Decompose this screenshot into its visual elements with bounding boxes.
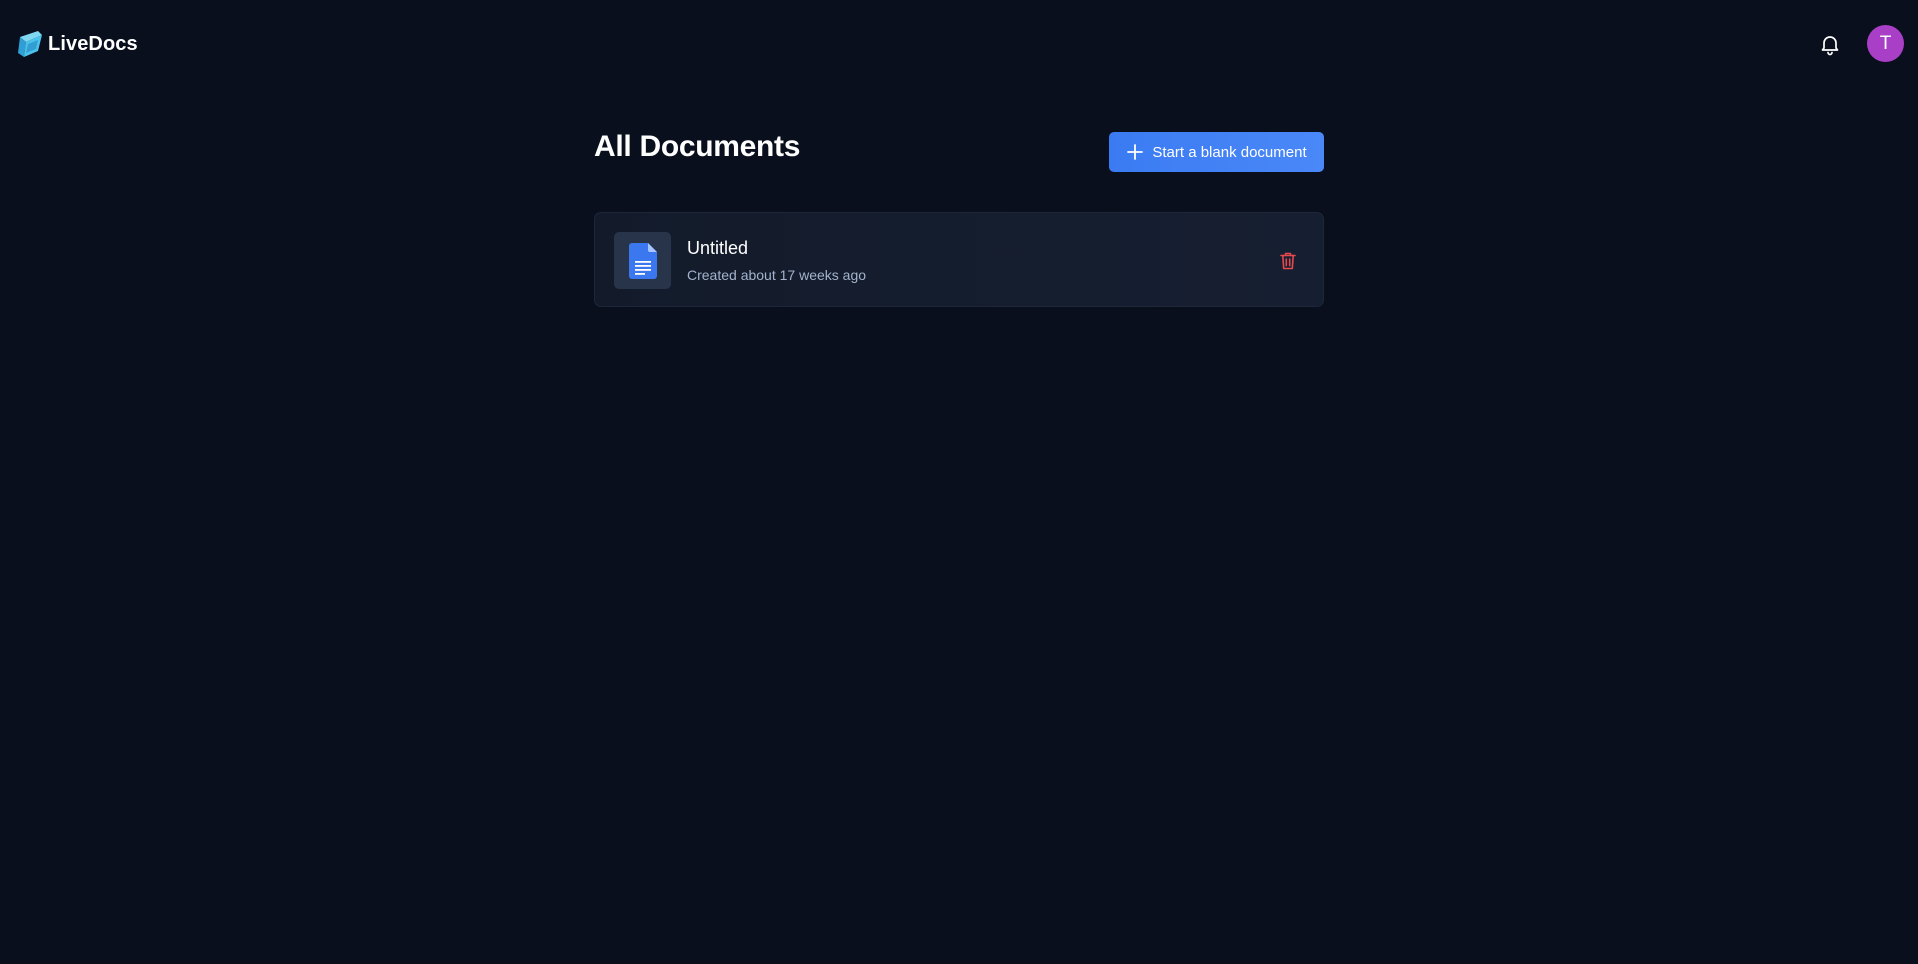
avatar-initial: T [1879, 32, 1892, 54]
document-info: Untitled Created about 17 weeks ago [687, 238, 866, 283]
delete-document-button[interactable] [1279, 251, 1297, 271]
start-blank-document-button[interactable]: Start a blank document [1109, 132, 1324, 172]
document-list: Untitled Created about 17 weeks ago [594, 212, 1324, 307]
document-icon [628, 242, 657, 279]
document-list-item: Untitled Created about 17 weeks ago [594, 212, 1324, 307]
trash-icon [1280, 252, 1296, 270]
page-title: All Documents [594, 130, 801, 163]
notifications-button[interactable] [1816, 30, 1844, 58]
app-logo-link[interactable]: LiveDocs [16, 29, 138, 59]
document-link[interactable]: Untitled Created about 17 weeks ago [614, 232, 866, 289]
document-created-date: Created about 17 weeks ago [687, 267, 867, 283]
user-avatar[interactable]: T [1867, 25, 1904, 62]
livedocs-logo-icon [18, 31, 42, 57]
app-name: LiveDocs [48, 32, 138, 55]
plus-icon [1127, 144, 1144, 160]
bell-icon [1821, 36, 1839, 56]
top-navigation-bar: LiveDocs T [0, 0, 1918, 88]
start-blank-document-label: Start a blank document [1152, 143, 1307, 161]
document-title: Untitled [687, 238, 749, 258]
document-thumbnail [614, 232, 671, 289]
